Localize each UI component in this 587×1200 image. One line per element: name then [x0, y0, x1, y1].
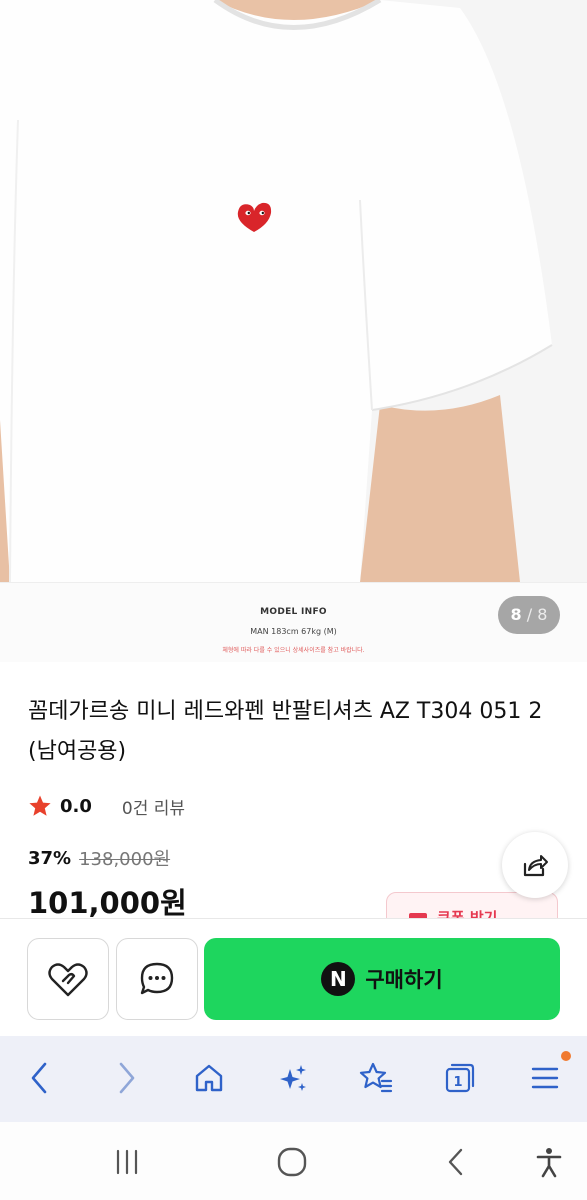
image-counter: 8 / 8	[498, 596, 560, 634]
browser-menu-button[interactable]	[521, 1054, 569, 1102]
menu-notification-dot	[561, 1051, 571, 1061]
share-icon	[523, 855, 548, 877]
discount-row: 37% 138,000원	[28, 846, 171, 871]
star-icon	[29, 795, 51, 816]
browser-forward-button[interactable]	[102, 1054, 150, 1102]
accessibility-button[interactable]	[527, 1140, 571, 1184]
bookmark-star-icon	[359, 1062, 393, 1093]
rating-score: 0.0	[60, 795, 92, 817]
product-image[interactable]	[0, 0, 587, 582]
rating-row[interactable]: 0.0 0건 리뷰	[28, 792, 185, 820]
product-title: 꼼데가르송 미니 레드와펜 반팔티셔츠 AZ T304 051 2 (남여공용)	[28, 699, 543, 764]
chat-button[interactable]	[116, 938, 198, 1020]
share-button[interactable]	[502, 832, 568, 898]
system-back-icon	[448, 1148, 463, 1176]
buy-button[interactable]: N 구매하기	[204, 938, 560, 1020]
recent-apps-icon	[116, 1149, 138, 1175]
forward-arrow-icon	[119, 1062, 135, 1094]
browser-tabs-button[interactable]: 1	[436, 1054, 484, 1102]
browser-ai-button[interactable]	[269, 1054, 317, 1102]
buy-button-label: 구매하기	[365, 968, 443, 992]
original-price: 138,000원	[79, 849, 171, 870]
browser-home-button[interactable]	[185, 1054, 233, 1102]
tabs-icon: 1	[445, 1063, 475, 1093]
review-count[interactable]: 0건 리뷰	[122, 794, 185, 819]
sale-price: 101,000원	[28, 886, 187, 920]
home-icon	[195, 1064, 223, 1092]
browser-back-button[interactable]	[16, 1054, 64, 1102]
heart-hand-icon	[48, 963, 88, 997]
menu-icon	[531, 1067, 559, 1089]
image-counter-current: 8	[510, 605, 522, 624]
naver-pay-icon: N	[321, 962, 356, 996]
browser-bookmark-button[interactable]	[352, 1054, 400, 1102]
wishlist-button[interactable]	[27, 938, 109, 1020]
model-info-note: 체형에 따라 다를 수 있으니 상세사이즈를 참고 바랍니다.	[222, 647, 365, 654]
system-back-button[interactable]	[434, 1140, 478, 1184]
accessibility-icon	[536, 1148, 562, 1178]
sparkle-icon	[280, 1065, 306, 1091]
model-info-spec: MAN 183cm 67kg (M)	[250, 627, 337, 636]
image-counter-total: 8	[537, 605, 548, 624]
chat-bubble-icon	[140, 962, 174, 995]
recent-apps-button[interactable]	[105, 1140, 149, 1184]
svg-text:1: 1	[453, 1075, 462, 1090]
discount-rate: 37%	[28, 847, 72, 869]
image-counter-separator: /	[526, 605, 533, 624]
back-arrow-icon	[31, 1062, 47, 1094]
home-circle-icon	[277, 1147, 307, 1177]
system-home-button[interactable]	[270, 1140, 314, 1184]
